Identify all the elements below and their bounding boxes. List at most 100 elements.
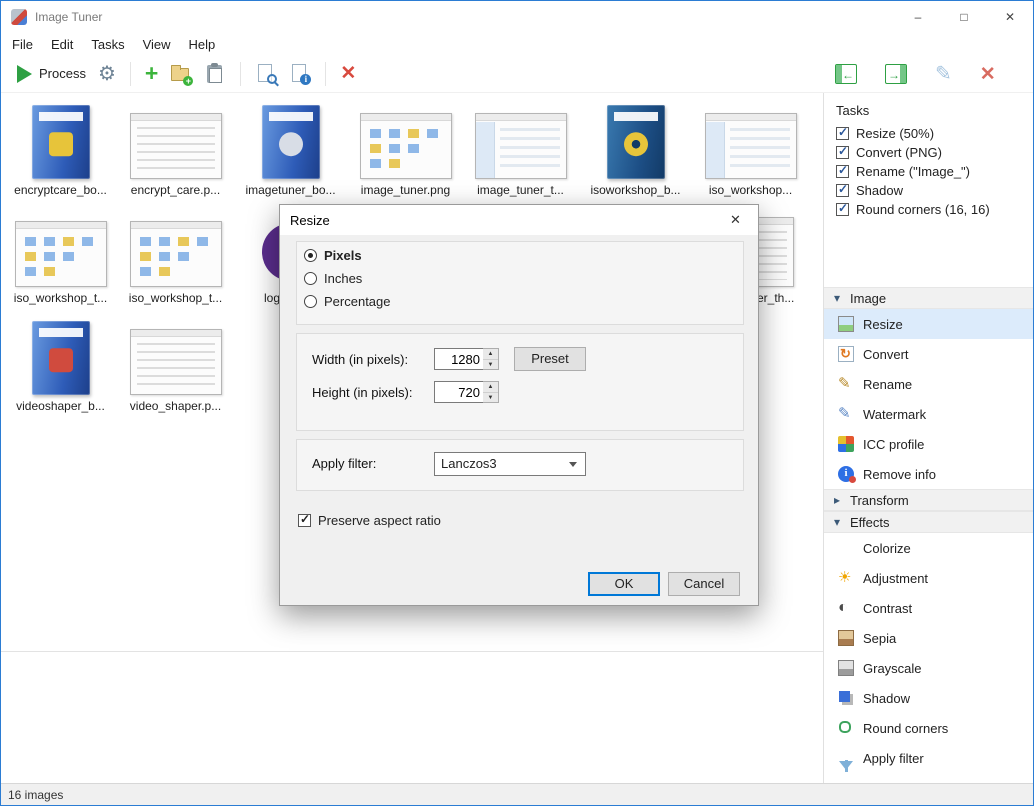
- sidebar-item-convert[interactable]: ↻ Convert: [824, 339, 1034, 369]
- sidebar-item-shadow[interactable]: Shadow: [824, 683, 1034, 713]
- sidebar-item-colorize[interactable]: Colorize: [824, 533, 1034, 563]
- process-button[interactable]: Process: [11, 61, 92, 87]
- thumbnail-label: video_shaper.p...: [118, 399, 233, 413]
- play-icon: [17, 65, 32, 83]
- thumbnail-item[interactable]: image_tuner_t...: [463, 101, 578, 197]
- menu-tasks[interactable]: Tasks: [82, 35, 133, 54]
- width-input[interactable]: [434, 348, 484, 370]
- cancel-button[interactable]: Cancel: [668, 572, 740, 596]
- task-rename[interactable]: Rename ("Image_"): [824, 162, 1034, 181]
- section-label: Image: [850, 291, 886, 306]
- menu-view[interactable]: View: [134, 35, 180, 54]
- checkbox-checked-icon: [836, 203, 849, 216]
- chevron-down-icon: ▾: [834, 515, 844, 529]
- preset-button[interactable]: Preset: [514, 347, 586, 371]
- thumbnail-item[interactable]: videoshaper_b...: [3, 317, 118, 413]
- thumbnail-item[interactable]: iso_workshop_t...: [3, 209, 118, 305]
- panel-arrow-right-icon: →: [885, 64, 907, 84]
- sidebar-item-label: Sepia: [863, 631, 896, 646]
- spin-down-icon: ▼: [483, 360, 498, 370]
- height-input[interactable]: [434, 381, 484, 403]
- spin-up-icon: ▲: [483, 349, 498, 360]
- thumbnail-item[interactable]: encrypt_care.p...: [118, 101, 233, 197]
- add-images-button[interactable]: +: [139, 58, 164, 89]
- sidebar-item-round-corners[interactable]: Round corners: [824, 713, 1034, 743]
- sidebar-item-sepia[interactable]: Sepia: [824, 623, 1034, 653]
- menu-file[interactable]: File: [3, 35, 42, 54]
- thumbnail-item[interactable]: imagetuner_bo...: [233, 101, 348, 197]
- preserve-aspect-checkbox[interactable]: Preserve aspect ratio: [298, 513, 441, 528]
- section-effects[interactable]: ▾ Effects: [824, 511, 1034, 533]
- import-tasks-button[interactable]: ←: [829, 60, 863, 88]
- radio-inches[interactable]: Inches: [304, 271, 362, 286]
- delete-task-button[interactable]: ✕: [974, 61, 1002, 88]
- thumbnail-item[interactable]: video_shaper.p...: [118, 317, 233, 413]
- sidebar-item-adjustment[interactable]: ☀ Adjustment: [824, 563, 1034, 593]
- paste-button[interactable]: [198, 59, 232, 89]
- close-button[interactable]: ✕: [987, 1, 1033, 33]
- sidebar-item-grayscale[interactable]: Grayscale: [824, 653, 1034, 683]
- sidebar-item-contrast[interactable]: ◐ Contrast: [824, 593, 1034, 623]
- sidebar-item-rename[interactable]: ✎ Rename: [824, 369, 1034, 399]
- radio-icon: [304, 295, 317, 308]
- thumbnail-item[interactable]: image_tuner.png: [348, 101, 463, 197]
- sidebar-item-label: Round corners: [863, 721, 948, 736]
- section-transform[interactable]: ▸ Transform: [824, 489, 1034, 511]
- menu-edit[interactable]: Edit: [42, 35, 82, 54]
- sidebar-item-label: Apply filter: [863, 751, 924, 766]
- ok-button[interactable]: OK: [588, 572, 660, 596]
- thumbnail-label: isoworkshop_b...: [578, 183, 693, 197]
- status-image-count: 16 images: [8, 788, 63, 802]
- preview-button[interactable]: [249, 59, 283, 89]
- edit-task-button[interactable]: ✎: [929, 60, 958, 88]
- task-label: Round corners (16, 16): [856, 202, 990, 217]
- panel-arrow-left-icon: ←: [835, 64, 857, 84]
- contrast-icon: ◐: [838, 600, 854, 616]
- sidebar-item-watermark[interactable]: ✎ Watermark: [824, 399, 1034, 429]
- menubar: File Edit Tasks View Help: [1, 33, 1033, 55]
- section-image[interactable]: ▾ Image: [824, 287, 1034, 309]
- task-shadow[interactable]: Shadow: [824, 181, 1034, 200]
- settings-button[interactable]: ⚙: [92, 60, 122, 88]
- pencil-icon: ✎: [935, 64, 952, 84]
- width-label: Width (in pixels):: [312, 352, 408, 367]
- height-spinner[interactable]: ▲▼: [483, 381, 499, 403]
- thumbnail-image: [578, 101, 693, 179]
- task-round-corners[interactable]: Round corners (16, 16): [824, 200, 1034, 219]
- thumbnail-image: [348, 101, 463, 179]
- thumbnail-item[interactable]: iso_workshop...: [693, 101, 808, 197]
- minimize-button[interactable]: –: [895, 1, 941, 33]
- sidebar-item-label: Contrast: [863, 601, 912, 616]
- filter-dropdown[interactable]: Lanczos3: [434, 452, 586, 476]
- sidebar-item-apply-filter[interactable]: Apply filter: [824, 743, 1034, 773]
- height-label: Height (in pixels):: [312, 385, 412, 400]
- task-convert[interactable]: Convert (PNG): [824, 143, 1034, 162]
- sidebar-item-label: Grayscale: [863, 661, 922, 676]
- thumbnail-label: imagetuner_bo...: [233, 183, 348, 197]
- checkbox-checked-icon: [836, 184, 849, 197]
- sidebar-item-label: Adjustment: [863, 571, 928, 586]
- thumbnail-image: [118, 209, 233, 287]
- statusbar: 16 images: [1, 783, 1033, 805]
- task-resize[interactable]: Resize (50%): [824, 124, 1034, 143]
- maximize-button[interactable]: □: [941, 1, 987, 33]
- thumbnail-item[interactable]: encryptcare_bo...: [3, 101, 118, 197]
- file-info-button[interactable]: i: [283, 59, 317, 89]
- sidebar-item-remove-info[interactable]: i Remove info: [824, 459, 1034, 489]
- radio-pixels[interactable]: Pixels: [304, 248, 362, 263]
- export-tasks-button[interactable]: →: [879, 60, 913, 88]
- thumbnail-item[interactable]: iso_workshop_t...: [118, 209, 233, 305]
- remove-images-button[interactable]: ✕: [334, 60, 362, 87]
- sidebar-item-label: Resize: [863, 317, 903, 332]
- sidebar-item-icc-profile[interactable]: ICC profile: [824, 429, 1034, 459]
- app-logo-icon: [11, 9, 27, 25]
- sidebar-item-label: Rename: [863, 377, 912, 392]
- thumbnail-label: iso_workshop_t...: [3, 291, 118, 305]
- sidebar-item-resize[interactable]: Resize: [824, 309, 1034, 339]
- menu-help[interactable]: Help: [180, 35, 225, 54]
- dialog-close-button[interactable]: ✕: [713, 205, 758, 235]
- thumbnail-item[interactable]: isoworkshop_b...: [578, 101, 693, 197]
- width-spinner[interactable]: ▲▼: [483, 348, 499, 370]
- add-folder-button[interactable]: +: [164, 59, 198, 89]
- radio-percentage[interactable]: Percentage: [304, 294, 391, 309]
